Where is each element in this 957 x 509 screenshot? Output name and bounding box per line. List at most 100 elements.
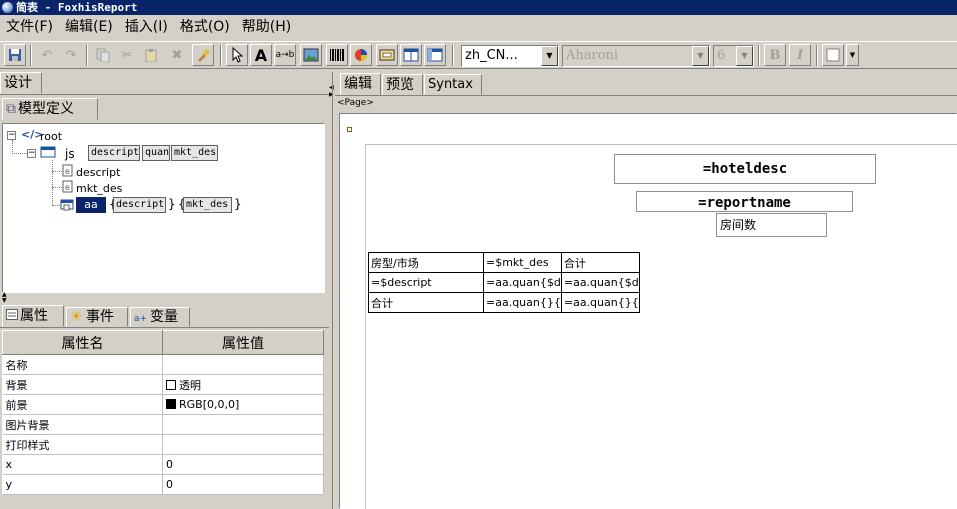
properties-icon (6, 306, 20, 326)
property-value-header[interactable]: 属性值 (162, 330, 324, 355)
tab-model-definition[interactable]: ⧉ 模型定义 (2, 98, 98, 120)
table-icon[interactable] (400, 44, 422, 66)
menu-format[interactable]: 格式(O) (174, 15, 236, 39)
property-value[interactable] (162, 354, 324, 375)
copy-icon[interactable] (92, 44, 114, 66)
font-size-select[interactable]: 6 ▼ (713, 45, 754, 67)
redo-icon[interactable]: ↷ (60, 44, 82, 66)
grid-cell[interactable]: =$mkt_des (483, 252, 562, 273)
barcode-icon[interactable] (326, 44, 348, 66)
property-name: y (2, 474, 163, 495)
paste-icon[interactable] (140, 44, 162, 66)
table-row: 合计 =aa.quan{}{ =aa.quan{}{ (368, 292, 640, 313)
js-field-descript[interactable]: descript (88, 145, 140, 161)
tree-node-mkt-des[interactable]: mkt_des (76, 182, 122, 195)
property-value-cell[interactable]: RGB[0,0,0] (162, 394, 324, 415)
menu-insert[interactable]: 插入(I) (119, 15, 174, 39)
page-handle[interactable] (347, 127, 352, 132)
property-row[interactable]: 图片背景 (2, 414, 324, 435)
property-grid: 属性名 属性值 名称 背景 透明 前景 RGB[0,0,0] 图片背景 打印样式 x… (2, 330, 324, 495)
color-swatch (166, 379, 176, 390)
image-icon[interactable] (300, 44, 322, 66)
property-row[interactable]: x0 (2, 454, 324, 475)
tab-properties[interactable]: 属性 (2, 305, 64, 327)
tab-syntax[interactable]: Syntax (424, 74, 482, 95)
format-brush-icon[interactable] (192, 44, 214, 66)
frame-icon[interactable] (376, 44, 398, 66)
bold-button[interactable]: B (764, 44, 786, 66)
grid-cell[interactable]: =aa.quan{$d (560, 272, 640, 293)
report-grid[interactable]: 房型/市场 =$mkt_des 合计 =$descript =aa.quan{$… (368, 252, 640, 313)
delete-icon[interactable]: ✖ (166, 44, 188, 66)
property-value-cell[interactable]: 透明 (162, 374, 324, 395)
report-name-label[interactable]: =reportname (636, 191, 853, 212)
font-name-select[interactable]: Aharoni ▼ (562, 45, 710, 67)
chart-icon[interactable] (350, 44, 372, 66)
hotel-desc-label[interactable]: =hoteldesc (614, 154, 876, 184)
field-node-icon: e (62, 180, 73, 196)
property-value[interactable]: 0 (162, 454, 324, 475)
horizontal-splitter[interactable]: ▲ ▼ (0, 292, 329, 304)
crosstab-icon[interactable] (424, 44, 446, 66)
grid-cell[interactable]: =aa.quan{$d (483, 272, 562, 293)
undo-icon[interactable]: ↶ (36, 44, 58, 66)
tab-variables[interactable]: a+ 变量 (130, 307, 190, 327)
js-field-mkt-des[interactable]: mkt_des (171, 145, 218, 161)
collapse-icon[interactable]: − (7, 131, 16, 140)
grid-cell[interactable]: 房型/市场 (368, 252, 484, 273)
grid-cell[interactable]: =$descript (368, 272, 484, 293)
property-value[interactable] (162, 414, 324, 435)
border-dropdown-icon[interactable]: ▼ (846, 44, 859, 66)
pointer-icon[interactable] (226, 44, 248, 66)
field-icon[interactable]: a→b (274, 44, 296, 66)
grid-cell[interactable]: =aa.quan{}{ (560, 292, 640, 313)
save-icon[interactable] (4, 44, 26, 66)
tab-edit[interactable]: 编辑 (340, 73, 381, 95)
chevron-down-icon: ▼ (541, 46, 558, 66)
grid-cell[interactable]: 合计 (368, 292, 484, 313)
menu-edit[interactable]: 编辑(E) (59, 15, 119, 39)
cut-icon[interactable]: ✂ (116, 44, 138, 66)
rooms-label[interactable]: 房间数 (716, 213, 827, 237)
tab-events[interactable]: ☀ 事件 (66, 307, 128, 327)
app-icon (2, 2, 13, 13)
aa-field-descript[interactable]: descript (113, 197, 166, 213)
menu-help[interactable]: 帮助(H) (236, 15, 297, 39)
locale-select[interactable]: zh_CN... ▼ (461, 45, 559, 67)
property-row[interactable]: 名称 (2, 354, 324, 375)
color-swatch (166, 399, 176, 409)
grid-cell[interactable]: 合计 (560, 252, 640, 273)
font-name-value: Aharoni (566, 48, 619, 63)
js-field-quan[interactable]: quan (142, 145, 170, 161)
tab-design[interactable]: 设计 (0, 72, 42, 94)
tree-node-root[interactable]: root (40, 130, 62, 143)
table-row: =$descript =aa.quan{$d =aa.quan{$d (368, 272, 640, 293)
model-icon: ⧉ (6, 101, 16, 117)
window-title: 简表 - FoxhisReport (16, 1, 138, 14)
grid-cell[interactable]: =aa.quan{}{ (483, 292, 562, 313)
property-name-header[interactable]: 属性名 (2, 330, 163, 355)
link-node-icon (60, 198, 76, 214)
property-row[interactable]: 背景 透明 (2, 374, 324, 395)
tree-node-aa[interactable]: aa (76, 197, 106, 213)
menu-file[interactable]: 文件(F) (0, 15, 59, 39)
property-value: 透明 (179, 378, 201, 392)
italic-button[interactable]: I (789, 44, 811, 66)
property-row[interactable]: y0 (2, 474, 324, 495)
property-name: 打印样式 (2, 434, 163, 455)
tab-properties-label: 属性 (20, 308, 48, 324)
property-value[interactable]: 0 (162, 474, 324, 495)
property-value: RGB[0,0,0] (179, 398, 240, 411)
tree-node-js[interactable]: js (65, 147, 75, 161)
text-icon[interactable]: A (250, 44, 272, 66)
border-icon[interactable] (822, 44, 844, 66)
tab-preview[interactable]: 预览 (382, 74, 423, 95)
table-node-icon (40, 146, 56, 161)
tree-node-descript[interactable]: descript (76, 166, 120, 179)
property-row[interactable]: 前景 RGB[0,0,0] (2, 394, 324, 415)
aa-field-mkt-des[interactable]: mkt_des (183, 197, 232, 213)
collapse-icon[interactable]: − (27, 149, 36, 158)
property-value[interactable] (162, 434, 324, 455)
chevron-down-icon: ▼ (692, 46, 709, 66)
property-row[interactable]: 打印样式 (2, 434, 324, 455)
